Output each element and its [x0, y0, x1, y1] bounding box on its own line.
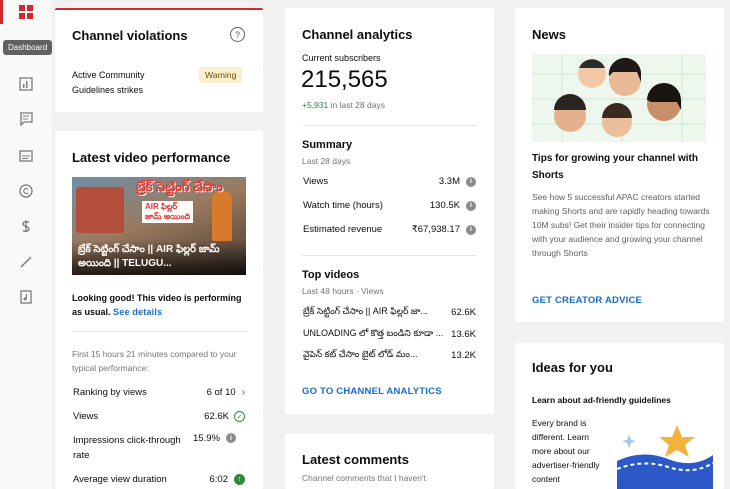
performance-status: Looking good! This video is performing a… — [72, 291, 248, 319]
subtitles-icon[interactable] — [17, 147, 35, 165]
left-nav-rail: Dashboard — [0, 0, 53, 489]
card-title: News — [532, 27, 566, 42]
check-circle-icon: ✓ — [234, 411, 245, 422]
channel-analytics-card: Channel analytics Current subscribers 21… — [285, 8, 494, 414]
latest-comments-card: Latest comments Channel comments that I … — [285, 434, 494, 489]
subscribers-delta: +5,931 in last 28 days — [302, 100, 385, 110]
ideas-card: Ideas for you Learn about ad-friendly gu… — [515, 343, 724, 489]
card-title: Channel violations — [72, 28, 188, 43]
card-title: Channel analytics — [302, 27, 413, 42]
comments-subtitle: Channel comments that I haven't — [302, 473, 426, 483]
divider — [72, 331, 246, 332]
top-videos-period: Last 48 hours · Views — [302, 286, 384, 296]
video-thumbnail[interactable]: బ్రేక్ సెట్టింగ్ చేసాం AIR ఫిల్లర్ జామ్ … — [72, 177, 246, 275]
audio-library-icon[interactable] — [17, 288, 35, 306]
top-video-row[interactable]: వైపెన్ కట్ చేసాం బైట్ లోడ్ మం... 13.2K — [303, 349, 476, 362]
info-icon: i — [466, 176, 476, 187]
ideas-illustration — [613, 421, 714, 489]
get-creator-advice-link[interactable]: GET CREATOR ADVICE — [532, 295, 642, 306]
news-body: See how 5 successful APAC creators start… — [532, 192, 710, 258]
news-illustration — [532, 54, 706, 142]
active-indicator — [0, 0, 3, 24]
thumbnail-truck — [76, 187, 124, 233]
ideas-subtitle: Learn about ad-friendly guidelines — [532, 395, 671, 405]
card-title: Latest video performance — [72, 150, 231, 165]
customization-wand-icon[interactable] — [17, 253, 35, 271]
see-details-link[interactable]: See details — [113, 307, 162, 317]
summary-revenue-row: Estimated revenue ₹67,938.17 i — [303, 224, 476, 235]
thumbnail-caption: బ్రేక్ సెట్టింగ్ చేసాం || AIR ఫిల్లర్ జా… — [72, 240, 246, 275]
divider — [302, 255, 477, 256]
up-arrow-circle-icon: ↑ — [234, 474, 245, 485]
metric-ctr-row: Impressions click-through rate 15.9% i — [73, 433, 245, 463]
top-video-row[interactable]: UNLOADING లో కొత్త బండిని కూడా ... 13.6K — [303, 328, 476, 341]
info-icon: i — [466, 200, 476, 211]
top-video-row[interactable]: బ్రేక్ సెట్టింగ్ చేసాం || AIR ఫిల్లర్ జా… — [303, 306, 476, 319]
channel-violations-card: Channel violations ? Active Community Gu… — [55, 8, 263, 112]
metric-avd-row: Average view duration 6:02 ↑ — [73, 474, 245, 485]
summary-title: Summary — [302, 139, 353, 151]
news-card: News Tips for growing your channel with … — [515, 8, 724, 322]
metric-ranking-row[interactable]: Ranking by views 6 of 10 › — [73, 387, 245, 398]
info-icon: i — [225, 433, 236, 443]
strikes-label: Active Community Guidelines strikes — [72, 70, 145, 95]
info-icon: i — [466, 224, 476, 235]
go-to-analytics-link[interactable]: GO TO CHANNEL ANALYTICS — [302, 386, 442, 397]
card-title: Ideas for you — [532, 360, 613, 375]
earn-dollar-icon[interactable] — [17, 217, 35, 235]
warning-badge: Warning — [199, 67, 243, 83]
compare-text: First 15 hours 21 minutes compared to yo… — [72, 349, 237, 373]
summary-views-row: Views 3.3M i — [303, 176, 476, 187]
top-videos-title: Top videos — [302, 269, 360, 281]
metric-views-row: Views 62.6K ✓ — [73, 411, 245, 422]
copyright-icon[interactable] — [17, 182, 35, 200]
help-icon[interactable]: ? — [230, 27, 245, 42]
thumbnail-person — [212, 191, 232, 241]
subscribers-count: 215,565 — [301, 66, 388, 93]
content-icon[interactable] — [17, 75, 35, 93]
subscribers-label: Current subscribers — [302, 53, 381, 63]
divider — [302, 125, 477, 126]
chevron-right-icon: › — [241, 387, 245, 398]
dashboard-icon[interactable] — [17, 3, 35, 21]
ideas-body: Every brand is different. Learn more abo… — [532, 418, 600, 484]
news-headline: Tips for growing your channel with Short… — [532, 153, 698, 181]
thumbnail-title-text: బ్రేక్ సెట్టింగ్ చేసాం — [136, 179, 223, 194]
latest-video-card: Latest video performance బ్రేక్ సెట్టింగ… — [55, 131, 263, 489]
comments-icon[interactable] — [17, 110, 35, 128]
summary-period: Last 28 days — [302, 156, 351, 166]
thumbnail-sub-text: AIR ఫిల్లర్ జామ్ అయింది — [142, 201, 194, 223]
card-title: Latest comments — [302, 452, 409, 467]
dashboard-tooltip: Dashboard — [3, 40, 53, 55]
summary-watch-time-row: Watch time (hours) 130.5K i — [303, 200, 476, 211]
news-image[interactable] — [532, 54, 706, 142]
